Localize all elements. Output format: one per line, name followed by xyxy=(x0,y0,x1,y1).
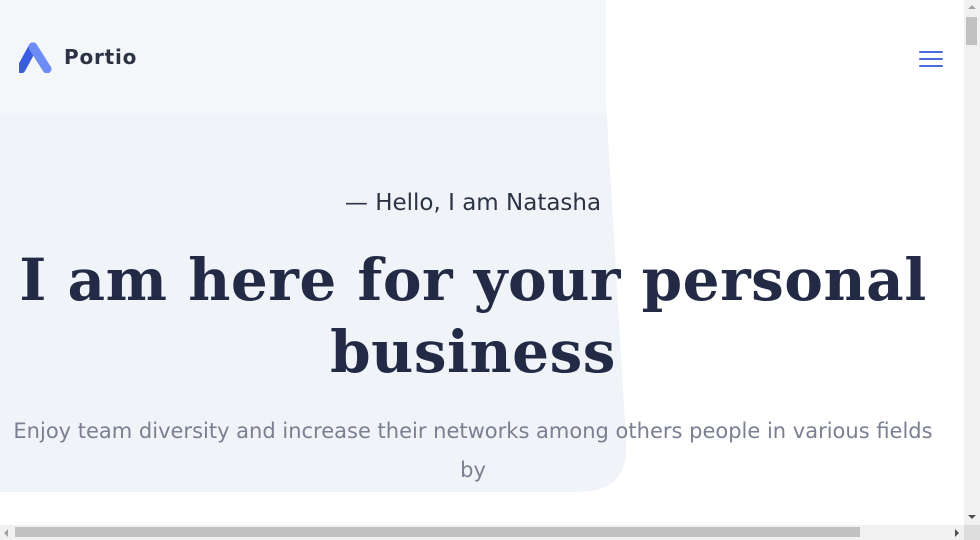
portio-logo-icon xyxy=(19,42,52,73)
hamburger-menu-icon[interactable] xyxy=(917,48,945,70)
hero-subtext: Enjoy team diversity and increase their … xyxy=(13,419,933,482)
brand-name: Portio xyxy=(64,45,138,69)
page-viewport: Portio — Hello, I am Natasha I am here f… xyxy=(0,0,964,525)
hero-greeting: — Hello, I am Natasha xyxy=(344,190,602,216)
site-header: Portio xyxy=(0,0,964,115)
vertical-scroll-thumb[interactable] xyxy=(966,17,977,45)
scroll-right-arrow-icon[interactable] xyxy=(955,529,959,537)
hero-section: — Hello, I am Natasha I am here for your… xyxy=(0,180,946,490)
scroll-left-arrow-icon[interactable] xyxy=(4,529,8,537)
vertical-scrollbar[interactable] xyxy=(964,0,980,525)
horizontal-scrollbar[interactable] xyxy=(0,525,964,540)
scroll-down-arrow-icon[interactable] xyxy=(968,515,976,519)
horizontal-scroll-thumb[interactable] xyxy=(15,527,860,537)
scroll-up-arrow-icon[interactable] xyxy=(968,5,976,9)
brand-logo[interactable]: Portio xyxy=(19,41,137,73)
scrollbar-corner xyxy=(964,525,980,540)
hero-headline: I am here for your personal business xyxy=(19,246,927,386)
